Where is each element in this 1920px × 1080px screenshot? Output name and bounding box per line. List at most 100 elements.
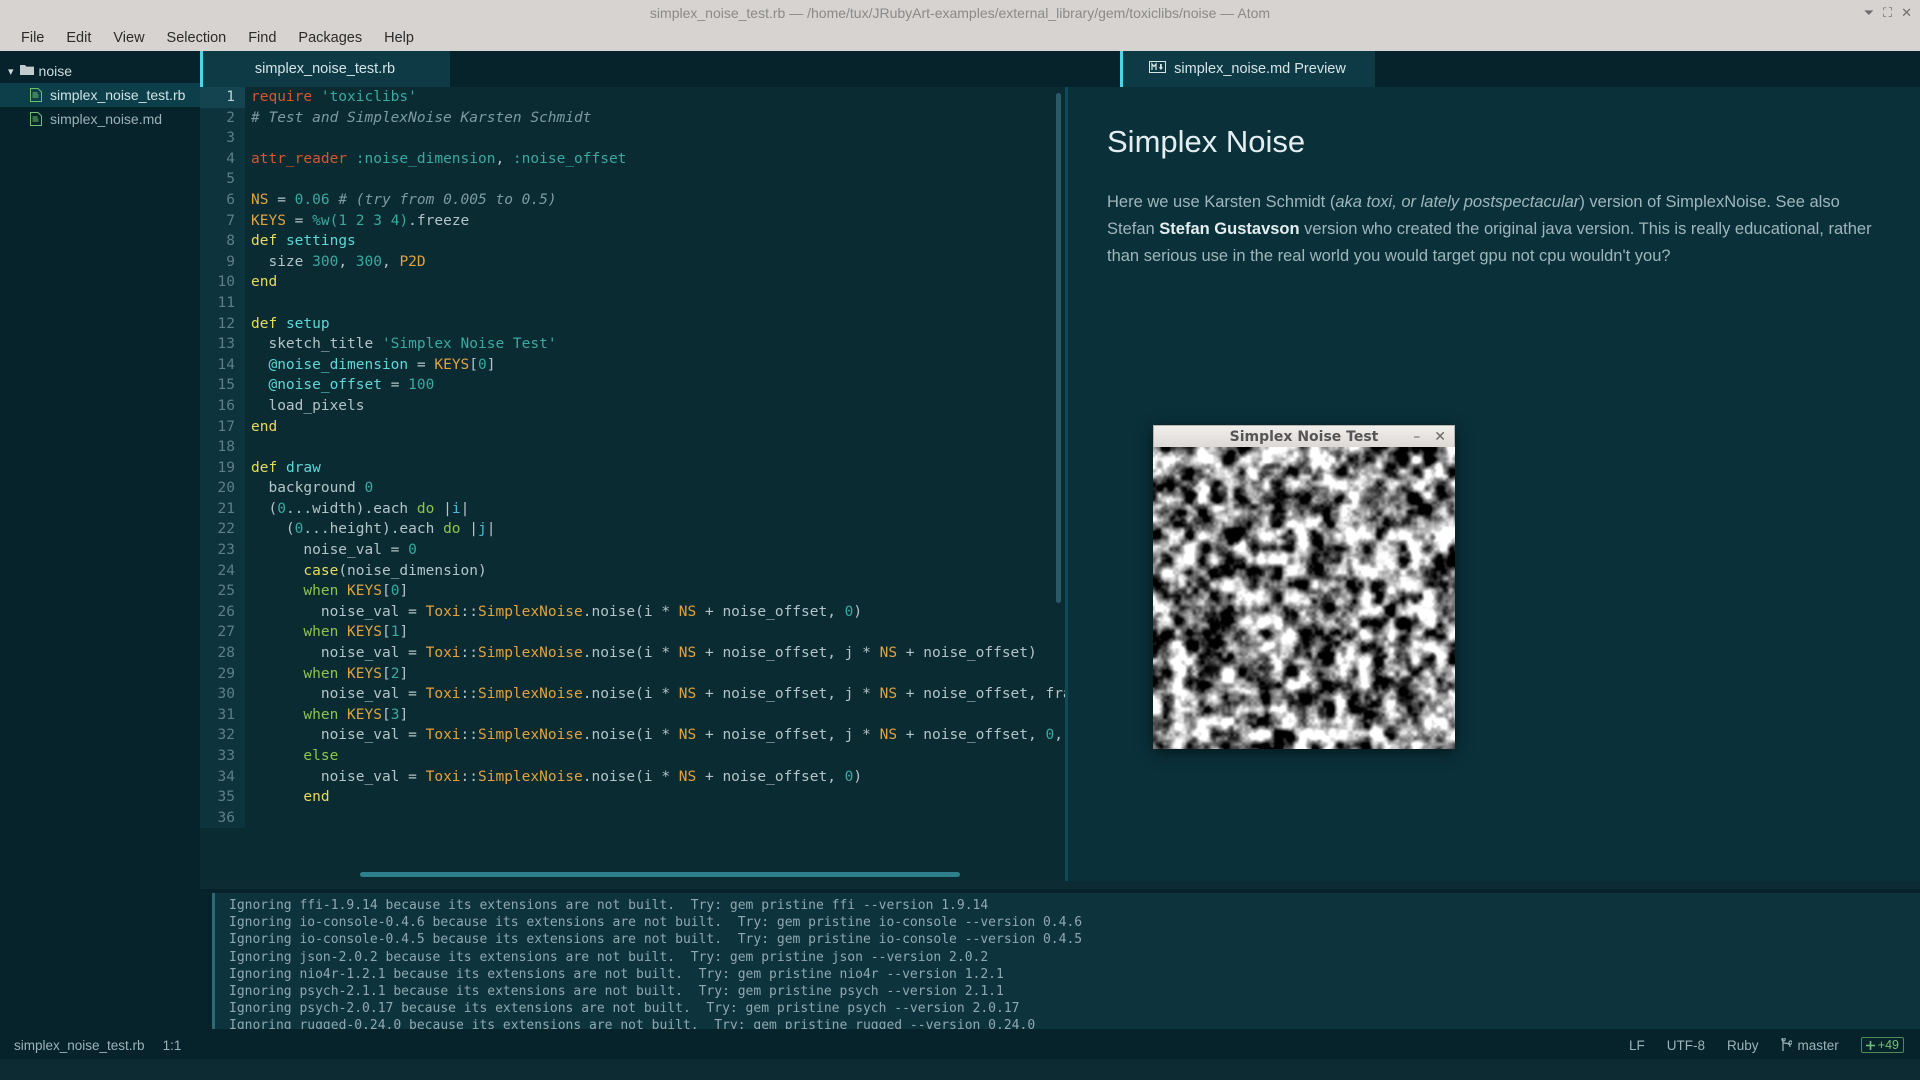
- code-line-content[interactable]: [245, 128, 251, 149]
- sketch-titlebar: Simplex Noise Test – ✕: [1153, 425, 1455, 447]
- tree-file-list: simplex_noise_test.rb simplex_noise.md: [0, 83, 200, 131]
- code-line-content[interactable]: sketch_title 'Simplex Noise Test': [245, 334, 556, 355]
- code-line-content[interactable]: @noise_offset = 100: [245, 375, 434, 396]
- sketch-window[interactable]: Simplex Noise Test – ✕: [1153, 425, 1455, 749]
- menu-item-file[interactable]: File: [10, 28, 55, 48]
- code-line-content[interactable]: (0...width).each do |i|: [245, 499, 469, 520]
- code-line-content[interactable]: background 0: [245, 478, 373, 499]
- markdown-text-run[interactable]: Stefan Gustavson: [1159, 220, 1299, 238]
- menu-item-edit[interactable]: Edit: [55, 28, 102, 48]
- code-line-content[interactable]: when KEYS[0]: [245, 581, 408, 602]
- code-line-content[interactable]: noise_val = Toxi::SimplexNoise.noise(i *…: [245, 602, 862, 623]
- console-line: Ignoring psych-2.0.17 because its extens…: [229, 1001, 1020, 1017]
- chevron-down-icon[interactable]: ▾: [8, 65, 14, 78]
- status-cursor-position[interactable]: 1:1: [163, 1038, 182, 1053]
- line-number: 9: [200, 251, 245, 273]
- code-line-content[interactable]: end: [245, 787, 329, 808]
- code-line-content[interactable]: def draw: [245, 458, 321, 479]
- menu-item-view[interactable]: View: [102, 28, 155, 48]
- code-line-content[interactable]: NS = 0.06 # (try from 0.005 to 0.5): [245, 190, 557, 211]
- console-line: Ignoring io-console-0.4.6 because its ex…: [229, 915, 1083, 931]
- code-line-content[interactable]: when KEYS[1]: [245, 622, 408, 643]
- line-number: 36: [200, 807, 245, 829]
- code-line-content[interactable]: noise_val = Toxi::SimplexNoise.noise(i *…: [245, 643, 1037, 664]
- code-line: 4 attr_reader :noise_dimension, :noise_of…: [200, 148, 1065, 170]
- line-number: 19: [200, 457, 245, 479]
- code-line: 18: [200, 437, 1065, 458]
- code-line-content[interactable]: when KEYS[2]: [245, 664, 408, 685]
- line-number: 25: [200, 581, 245, 602]
- code-line-content[interactable]: [245, 437, 251, 458]
- code-line-content[interactable]: [245, 169, 251, 190]
- code-editor[interactable]: 1 require 'toxiclibs' 2 # Test and SimplexN…: [200, 87, 1065, 881]
- simplex-noise-canvas: [1153, 447, 1455, 749]
- menu-item-selection[interactable]: Selection: [156, 28, 238, 48]
- code-line-content[interactable]: require 'toxiclibs': [245, 87, 417, 108]
- line-number: 12: [200, 313, 245, 335]
- code-line-content[interactable]: load_pixels: [245, 396, 364, 417]
- menu-item-packages[interactable]: Packages: [287, 28, 373, 48]
- code-line-content[interactable]: noise_val = 0: [245, 540, 417, 561]
- code-line-content[interactable]: attr_reader :noise_dimension, :noise_off…: [245, 149, 626, 170]
- tab-simplex-noise-test-rb[interactable]: simplex_noise_test.rb: [200, 51, 450, 87]
- editor-vertical-scrollbar[interactable]: [1056, 93, 1061, 603]
- line-number: 29: [200, 663, 245, 685]
- status-bar: simplex_noise_test.rb 1:1 LF UTF-8 Ruby …: [0, 1031, 1920, 1059]
- tree-file-simplex-noise-test-rb[interactable]: simplex_noise_test.rb: [0, 83, 200, 107]
- status-git-branch[interactable]: master: [1780, 1038, 1839, 1053]
- code-line-content[interactable]: else: [245, 746, 338, 767]
- status-grammar[interactable]: Ruby: [1727, 1038, 1759, 1053]
- line-number: 13: [200, 334, 245, 355]
- sketch-close-icon[interactable]: ✕: [1434, 429, 1446, 445]
- code-line-content[interactable]: case(noise_dimension): [245, 561, 486, 582]
- status-encoding[interactable]: UTF-8: [1667, 1038, 1705, 1053]
- code-line: 28 noise_val = Toxi::SimplexNoise.noise(…: [200, 643, 1065, 664]
- line-number: 16: [200, 395, 245, 417]
- code-line-content[interactable]: end: [245, 417, 277, 438]
- tree-file-label: simplex_noise.md: [50, 111, 163, 127]
- minimize-icon[interactable]: ⏷: [1864, 5, 1874, 21]
- code-line-content[interactable]: def settings: [245, 231, 356, 252]
- code-line-content[interactable]: def setup: [245, 314, 330, 335]
- line-number: 3: [200, 128, 245, 149]
- code-line-content[interactable]: size 300, 300, P2D: [245, 252, 425, 273]
- code-line-content[interactable]: [245, 808, 251, 829]
- menu-item-find[interactable]: Find: [237, 28, 287, 48]
- console-panel: Ignoring ffi-1.9.14 because its extensio…: [200, 889, 1920, 1031]
- code-line: 23 noise_val = 0: [200, 540, 1065, 561]
- line-number: 11: [200, 292, 245, 314]
- code-line: 19 def draw: [200, 457, 1065, 479]
- status-line-ending[interactable]: LF: [1629, 1038, 1645, 1053]
- close-icon[interactable]: ✕: [1901, 5, 1912, 21]
- code-line-content[interactable]: @noise_dimension = KEYS[0]: [245, 355, 495, 376]
- status-filename[interactable]: simplex_noise_test.rb: [14, 1038, 145, 1053]
- window-titlebar: simplex_noise_test.rb — /home/tux/JRubyA…: [0, 0, 1920, 25]
- code-line: 5: [200, 169, 1065, 190]
- editor-horizontal-scrollbar[interactable]: [360, 872, 960, 877]
- code-line: 11: [200, 292, 1065, 314]
- code-line-content[interactable]: # Test and SimplexNoise Karsten Schmidt: [245, 108, 591, 129]
- code-line-content[interactable]: noise_val = Toxi::SimplexNoise.noise(i *…: [245, 684, 1065, 705]
- code-line-content[interactable]: noise_val = Toxi::SimplexNoise.noise(i *…: [245, 767, 862, 788]
- code-line-content[interactable]: end: [245, 272, 277, 293]
- maximize-icon[interactable]: ⛶: [1883, 5, 1892, 21]
- status-diff-badge[interactable]: +49: [1860, 1037, 1904, 1053]
- code-line: 20 background 0: [200, 478, 1065, 499]
- sketch-window-controls: – ✕: [1413, 429, 1446, 445]
- line-number: 18: [200, 437, 245, 458]
- code-line-content[interactable]: (0...height).each do |j|: [245, 519, 496, 540]
- code-line-content[interactable]: KEYS = %w(1 2 3 4).freeze: [245, 211, 469, 232]
- code-line: 6 NS = 0.06 # (try from 0.005 to 0.5): [200, 189, 1065, 211]
- line-number: 20: [200, 478, 245, 499]
- console-output[interactable]: Ignoring ffi-1.9.14 because its extensio…: [212, 893, 1920, 1029]
- tree-root-folder[interactable]: ▾ noise: [0, 59, 200, 83]
- line-number: 28: [200, 643, 245, 664]
- code-line-content[interactable]: [245, 293, 251, 314]
- sketch-title-label: Simplex Noise Test: [1229, 428, 1379, 445]
- tab-simplex-noise-md-preview[interactable]: simplex_noise.md Preview: [1120, 51, 1375, 87]
- menu-item-help[interactable]: Help: [373, 28, 425, 48]
- sketch-minimize-icon[interactable]: –: [1413, 429, 1420, 445]
- code-line-content[interactable]: noise_val = Toxi::SimplexNoise.noise(i *…: [245, 725, 1065, 746]
- tree-file-simplex-noise-md[interactable]: simplex_noise.md: [0, 107, 200, 131]
- code-line-content[interactable]: when KEYS[3]: [245, 705, 408, 726]
